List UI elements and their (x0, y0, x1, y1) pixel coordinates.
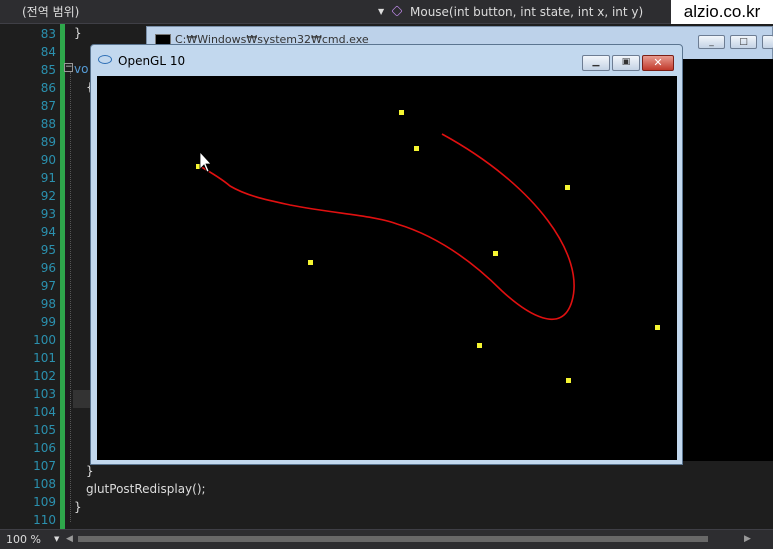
line-number: 85 (40, 63, 56, 77)
line-number: 89 (40, 135, 56, 149)
mouse-cursor-icon (199, 150, 212, 173)
line-number: 87 (40, 99, 56, 113)
opengl-window[interactable]: OpenGL 10 ▁ ▣ ✕ (90, 44, 683, 465)
line-number: 110 (33, 513, 56, 527)
line-number: 95 (40, 243, 56, 257)
line-number: 91 (40, 171, 56, 185)
line-number: 101 (33, 351, 56, 365)
method-icon (391, 5, 403, 17)
line-number: 92 (40, 189, 56, 203)
chevron-down-icon: ▼ (378, 7, 385, 16)
line-number: 88 (40, 117, 56, 131)
indent-guide (70, 72, 71, 522)
scope-dropdown-label: (전역 범위) (22, 5, 80, 19)
change-tracking-bar (60, 24, 65, 529)
line-number: 97 (40, 279, 56, 293)
control-point (414, 146, 419, 151)
line-number: 100 (33, 333, 56, 347)
control-point (399, 110, 404, 115)
maximize-button[interactable]: □ (730, 35, 757, 49)
line-number: 109 (33, 495, 56, 509)
line-number: 108 (33, 477, 56, 491)
minimize-button[interactable]: _ (698, 35, 725, 49)
line-number: 104 (33, 405, 56, 419)
window-icon (98, 55, 112, 64)
line-number: 103 (33, 387, 56, 401)
code-line-108: glutPostRedisplay(); (86, 482, 206, 496)
opengl-window-title: OpenGL 10 (118, 54, 186, 68)
line-number: 93 (40, 207, 56, 221)
control-point (477, 343, 482, 348)
line-number: 98 (40, 297, 56, 311)
zoom-dropdown[interactable]: 100 % ▼ (2, 531, 60, 548)
line-number: 86 (40, 81, 56, 95)
bezier-curve (197, 133, 575, 321)
control-point (655, 325, 660, 330)
code-line-85: vo (74, 62, 89, 76)
control-point (308, 260, 313, 265)
line-number: 105 (33, 423, 56, 437)
line-number: 83 (40, 27, 56, 41)
code-line-109: } (74, 500, 82, 514)
render-surface (196, 110, 660, 383)
control-point (565, 185, 570, 190)
collapse-icon[interactable]: − (64, 63, 73, 72)
line-number: 84 (40, 45, 56, 59)
line-number: 99 (40, 315, 56, 329)
minimize-button[interactable]: ▁ (582, 55, 610, 71)
zoom-level: 100 % (6, 533, 41, 546)
scope-dropdown[interactable]: (전역 범위) ▼ (0, 0, 390, 24)
code-line-83: } (74, 26, 82, 40)
editor-status-bar: 100 % ▼ ◀ ▶ (0, 529, 773, 549)
line-number: 107 (33, 459, 56, 473)
scrollbar-thumb[interactable] (78, 536, 708, 542)
line-number: 102 (33, 369, 56, 383)
line-number: 106 (33, 441, 56, 455)
maximize-button[interactable]: ▣ (612, 55, 640, 71)
chevron-down-icon: ▼ (54, 535, 60, 543)
function-dropdown-label: Mouse(int button, int state, int x, int … (410, 5, 644, 19)
console-output[interactable] (682, 59, 773, 461)
line-number: 96 (40, 261, 56, 275)
close-button[interactable] (762, 35, 773, 49)
horizontal-scrollbar[interactable]: ◀ ▶ (66, 533, 756, 545)
control-point (566, 378, 571, 383)
control-point (493, 251, 498, 256)
scroll-right-icon[interactable]: ▶ (744, 533, 751, 545)
function-dropdown[interactable]: Mouse(int button, int state, int x, int … (391, 0, 672, 24)
line-number: 94 (40, 225, 56, 239)
line-number-gutter: 83 84 85 86 87 88 89 90 91 92 93 94 95 96 97 98 99 100 101… (0, 24, 60, 529)
close-button[interactable]: ✕ (642, 55, 674, 71)
watermark: alzio.co.kr (671, 0, 773, 24)
navigation-bar: (전역 범위) ▼ Mouse(int button, int state, i… (0, 0, 773, 24)
line-number: 90 (40, 153, 56, 167)
opengl-canvas[interactable] (97, 76, 677, 460)
scroll-left-icon[interactable]: ◀ (66, 533, 73, 545)
